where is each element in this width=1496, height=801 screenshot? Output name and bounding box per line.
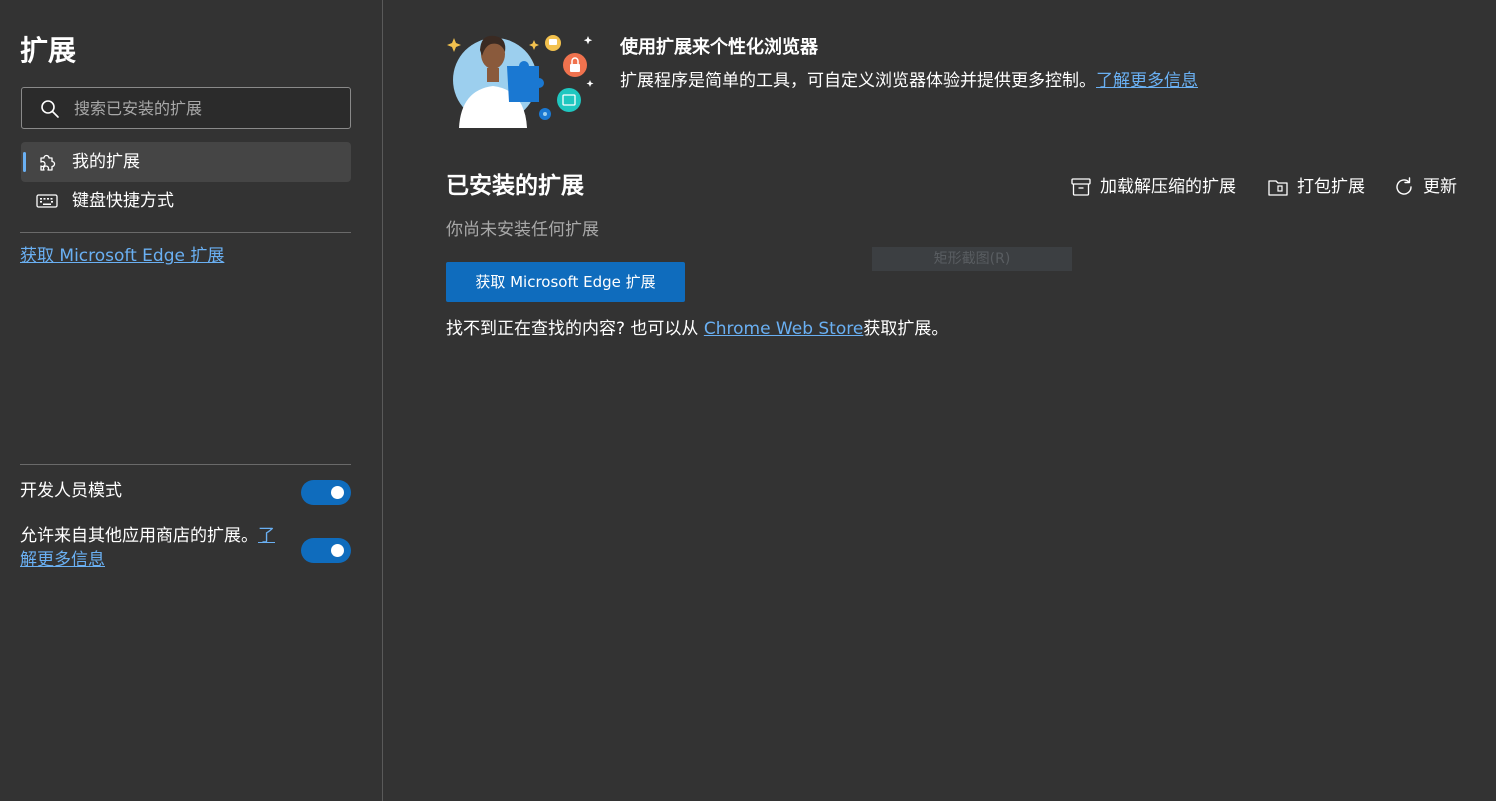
sidebar-title: 扩展 — [20, 34, 77, 67]
sidebar-item-label: 我的扩展 — [72, 152, 140, 172]
load-unpacked-label: 加载解压缩的扩展 — [1100, 177, 1236, 197]
chrome-web-store-link[interactable]: Chrome Web Store — [704, 319, 863, 339]
search-input[interactable] — [74, 88, 344, 128]
package-icon — [1268, 180, 1288, 196]
divider — [20, 464, 351, 465]
sidebar: 扩展 我的扩展 键盘快捷方式 获取 Microsoft Edge 扩展 开发人 — [0, 0, 383, 801]
empty-state-message: 你尚未安装任何扩展 — [446, 220, 599, 240]
installed-extensions-title: 已安装的扩展 — [446, 173, 584, 199]
sidebar-item-keyboard-shortcuts[interactable]: 键盘快捷方式 — [21, 181, 351, 221]
other-stores-toggle[interactable] — [301, 538, 351, 563]
screenshot-tooltip-overlay: 矩形截图(R) — [872, 247, 1072, 271]
pack-extension-label: 打包扩展 — [1297, 177, 1365, 197]
archive-icon — [1071, 178, 1091, 196]
get-edge-extensions-button[interactable]: 获取 Microsoft Edge 扩展 — [446, 262, 685, 302]
banner-description: 扩展程序是简单的工具，可自定义浏览器体验并提供更多控制。了解更多信息 — [620, 68, 1198, 94]
search-icon — [41, 100, 59, 118]
other-stores-text: 允许来自其他应用商店的扩展。 — [20, 526, 258, 546]
other-stores-label: 允许来自其他应用商店的扩展。了解更多信息 — [20, 524, 290, 572]
puzzle-icon — [40, 154, 56, 171]
extensions-illustration — [447, 35, 594, 128]
active-indicator — [23, 152, 26, 172]
update-label: 更新 — [1423, 177, 1457, 197]
banner-learn-more-link[interactable]: 了解更多信息 — [1096, 71, 1198, 91]
hint-prefix: 找不到正在查找的内容? 也可以从 — [446, 319, 699, 339]
sidebar-item-my-extensions[interactable]: 我的扩展 — [21, 142, 351, 182]
keyboard-icon — [36, 194, 58, 208]
chrome-store-hint: 找不到正在查找的内容? 也可以从 Chrome Web Store获取扩展。 — [446, 316, 948, 342]
refresh-icon — [1396, 177, 1412, 195]
developer-mode-toggle[interactable] — [301, 480, 351, 505]
search-box[interactable] — [21, 87, 351, 129]
developer-mode-label: 开发人员模式 — [20, 481, 122, 501]
divider — [20, 232, 351, 233]
toggle-knob — [331, 486, 344, 499]
toggle-knob — [331, 544, 344, 557]
get-edge-extensions-link[interactable]: 获取 Microsoft Edge 扩展 — [20, 243, 224, 269]
sidebar-item-label: 键盘快捷方式 — [72, 191, 174, 211]
banner-description-text: 扩展程序是简单的工具，可自定义浏览器体验并提供更多控制。 — [620, 71, 1096, 91]
banner-title: 使用扩展来个性化浏览器 — [620, 37, 818, 58]
hint-suffix: 获取扩展。 — [863, 319, 949, 339]
